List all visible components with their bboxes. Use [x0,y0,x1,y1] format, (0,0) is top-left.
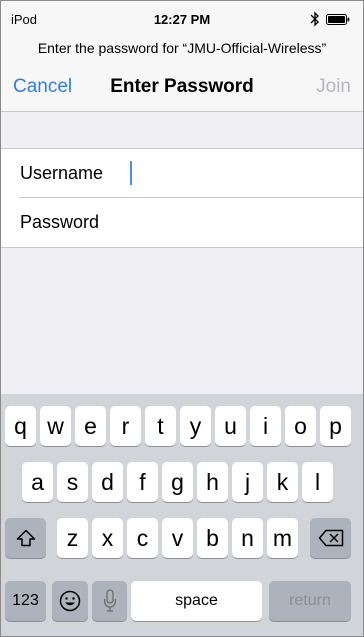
username-label: Username [20,163,104,183]
key-o[interactable]: o [285,406,316,446]
key-l[interactable]: l [302,462,333,502]
credentials-form: Username Password [1,148,363,248]
join-button: Join [316,76,351,97]
shift-icon [16,529,35,547]
page-title: Enter Password [110,76,254,97]
key-i[interactable]: i [250,406,281,446]
backspace-icon [318,529,343,547]
emoji-icon [59,590,81,612]
network-prompt: Enter the password for “JMU-Official-Wir… [1,35,363,63]
key-j[interactable]: j [232,462,263,502]
key-r[interactable]: r [110,406,141,446]
battery-icon [326,14,350,25]
shift-key[interactable] [5,518,46,558]
return-key[interactable]: return [269,581,351,621]
password-input[interactable] [129,208,349,236]
key-v[interactable]: v [162,518,193,558]
status-bar: iPod 12:27 PM [1,1,363,35]
device-screen: iPod 12:27 PM Enter the password for “JM… [0,0,364,637]
key-q[interactable]: q [5,406,36,446]
microphone-icon [103,589,116,612]
status-time: 12:27 PM [153,12,211,27]
backspace-key[interactable] [310,518,351,558]
key-a[interactable]: a [22,462,53,502]
key-c[interactable]: c [127,518,158,558]
key-u[interactable]: u [215,406,246,446]
text-cursor [130,161,132,185]
key-b[interactable]: b [197,518,228,558]
emoji-key[interactable] [52,581,88,621]
key-x[interactable]: x [92,518,123,558]
key-t[interactable]: t [145,406,176,446]
navigation-bar: Cancel Enter Password Join [1,63,363,112]
key-z[interactable]: z [57,518,88,558]
content-area: Username Password [1,112,363,394]
key-y[interactable]: y [180,406,211,446]
key-d[interactable]: d [92,462,123,502]
key-k[interactable]: k [267,462,298,502]
password-label: Password [20,212,100,232]
key-p[interactable]: p [320,406,351,446]
key-h[interactable]: h [197,462,228,502]
key-e[interactable]: e [75,406,106,446]
keyboard: q w e r t y u i o p a s d f g h j k l z … [1,394,363,636]
numbers-key[interactable]: 123 [5,581,46,621]
password-row[interactable]: Password [1,198,363,246]
username-input[interactable] [129,159,349,187]
username-row[interactable]: Username [1,149,363,197]
key-m[interactable]: m [267,518,298,558]
key-g[interactable]: g [162,462,193,502]
bluetooth-icon [310,11,319,27]
space-key[interactable]: space [131,581,262,621]
key-f[interactable]: f [127,462,158,502]
key-s[interactable]: s [57,462,88,502]
key-w[interactable]: w [40,406,71,446]
key-n[interactable]: n [232,518,263,558]
dictation-key[interactable] [92,581,127,621]
